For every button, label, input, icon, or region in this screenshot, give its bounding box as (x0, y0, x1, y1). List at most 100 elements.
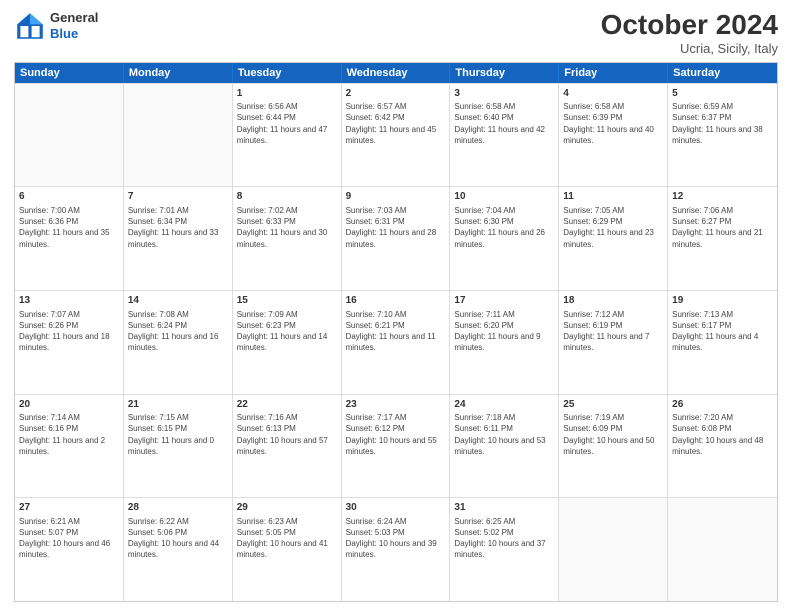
day-text: Sunrise: 7:06 AM Sunset: 6:27 PM Dayligh… (672, 205, 773, 250)
day-text: Sunrise: 7:15 AM Sunset: 6:15 PM Dayligh… (128, 412, 228, 457)
day-text: Sunrise: 7:20 AM Sunset: 6:08 PM Dayligh… (672, 412, 773, 457)
cal-row-2: 13Sunrise: 7:07 AM Sunset: 6:26 PM Dayli… (15, 290, 777, 394)
cal-cell-1-3: 9Sunrise: 7:03 AM Sunset: 6:31 PM Daylig… (342, 187, 451, 290)
cal-cell-0-3: 2Sunrise: 6:57 AM Sunset: 6:42 PM Daylig… (342, 84, 451, 187)
day-number: 17 (454, 294, 554, 308)
location-subtitle: Ucria, Sicily, Italy (601, 41, 778, 56)
cal-cell-1-0: 6Sunrise: 7:00 AM Sunset: 6:36 PM Daylig… (15, 187, 124, 290)
day-number: 16 (346, 294, 446, 308)
day-text: Sunrise: 7:12 AM Sunset: 6:19 PM Dayligh… (563, 309, 663, 354)
cal-cell-3-5: 25Sunrise: 7:19 AM Sunset: 6:09 PM Dayli… (559, 395, 668, 498)
day-text: Sunrise: 6:58 AM Sunset: 6:39 PM Dayligh… (563, 101, 663, 146)
day-number: 3 (454, 87, 554, 101)
day-number: 25 (563, 398, 663, 412)
day-text: Sunrise: 7:08 AM Sunset: 6:24 PM Dayligh… (128, 309, 228, 354)
header-tuesday: Tuesday (233, 63, 342, 83)
day-text: Sunrise: 7:07 AM Sunset: 6:26 PM Dayligh… (19, 309, 119, 354)
day-number: 4 (563, 87, 663, 101)
cal-cell-3-6: 26Sunrise: 7:20 AM Sunset: 6:08 PM Dayli… (668, 395, 777, 498)
cal-cell-3-3: 23Sunrise: 7:17 AM Sunset: 6:12 PM Dayli… (342, 395, 451, 498)
cal-cell-2-3: 16Sunrise: 7:10 AM Sunset: 6:21 PM Dayli… (342, 291, 451, 394)
day-text: Sunrise: 7:16 AM Sunset: 6:13 PM Dayligh… (237, 412, 337, 457)
day-text: Sunrise: 6:57 AM Sunset: 6:42 PM Dayligh… (346, 101, 446, 146)
header-thursday: Thursday (450, 63, 559, 83)
day-number: 26 (672, 398, 773, 412)
day-number: 29 (237, 501, 337, 515)
day-text: Sunrise: 7:09 AM Sunset: 6:23 PM Dayligh… (237, 309, 337, 354)
day-text: Sunrise: 7:17 AM Sunset: 6:12 PM Dayligh… (346, 412, 446, 457)
day-text: Sunrise: 7:01 AM Sunset: 6:34 PM Dayligh… (128, 205, 228, 250)
cal-cell-0-6: 5Sunrise: 6:59 AM Sunset: 6:37 PM Daylig… (668, 84, 777, 187)
day-text: Sunrise: 6:23 AM Sunset: 5:05 PM Dayligh… (237, 516, 337, 561)
day-text: Sunrise: 7:10 AM Sunset: 6:21 PM Dayligh… (346, 309, 446, 354)
cal-cell-3-0: 20Sunrise: 7:14 AM Sunset: 6:16 PM Dayli… (15, 395, 124, 498)
month-title: October 2024 (601, 10, 778, 41)
day-number: 1 (237, 87, 337, 101)
cal-cell-2-5: 18Sunrise: 7:12 AM Sunset: 6:19 PM Dayli… (559, 291, 668, 394)
day-number: 8 (237, 190, 337, 204)
logo-icon (14, 10, 46, 42)
day-number: 27 (19, 501, 119, 515)
cal-row-0: 1Sunrise: 6:56 AM Sunset: 6:44 PM Daylig… (15, 83, 777, 187)
title-block: October 2024 Ucria, Sicily, Italy (601, 10, 778, 56)
day-text: Sunrise: 7:00 AM Sunset: 6:36 PM Dayligh… (19, 205, 119, 250)
cal-cell-0-1 (124, 84, 233, 187)
day-number: 7 (128, 190, 228, 204)
cal-cell-1-5: 11Sunrise: 7:05 AM Sunset: 6:29 PM Dayli… (559, 187, 668, 290)
day-number: 2 (346, 87, 446, 101)
day-number: 5 (672, 87, 773, 101)
cal-cell-0-5: 4Sunrise: 6:58 AM Sunset: 6:39 PM Daylig… (559, 84, 668, 187)
day-text: Sunrise: 7:13 AM Sunset: 6:17 PM Dayligh… (672, 309, 773, 354)
cal-cell-2-4: 17Sunrise: 7:11 AM Sunset: 6:20 PM Dayli… (450, 291, 559, 394)
page: General Blue October 2024 Ucria, Sicily,… (0, 0, 792, 612)
cal-cell-4-2: 29Sunrise: 6:23 AM Sunset: 5:05 PM Dayli… (233, 498, 342, 601)
header-wednesday: Wednesday (342, 63, 451, 83)
day-text: Sunrise: 7:04 AM Sunset: 6:30 PM Dayligh… (454, 205, 554, 250)
day-text: Sunrise: 6:58 AM Sunset: 6:40 PM Dayligh… (454, 101, 554, 146)
cal-cell-3-4: 24Sunrise: 7:18 AM Sunset: 6:11 PM Dayli… (450, 395, 559, 498)
cal-cell-4-5 (559, 498, 668, 601)
day-text: Sunrise: 7:11 AM Sunset: 6:20 PM Dayligh… (454, 309, 554, 354)
calendar-body: 1Sunrise: 6:56 AM Sunset: 6:44 PM Daylig… (15, 83, 777, 601)
day-text: Sunrise: 6:56 AM Sunset: 6:44 PM Dayligh… (237, 101, 337, 146)
cal-cell-1-1: 7Sunrise: 7:01 AM Sunset: 6:34 PM Daylig… (124, 187, 233, 290)
cal-cell-4-3: 30Sunrise: 6:24 AM Sunset: 5:03 PM Dayli… (342, 498, 451, 601)
header-sunday: Sunday (15, 63, 124, 83)
cal-cell-4-6 (668, 498, 777, 601)
cal-cell-2-1: 14Sunrise: 7:08 AM Sunset: 6:24 PM Dayli… (124, 291, 233, 394)
day-number: 22 (237, 398, 337, 412)
cal-cell-1-4: 10Sunrise: 7:04 AM Sunset: 6:30 PM Dayli… (450, 187, 559, 290)
day-number: 18 (563, 294, 663, 308)
day-text: Sunrise: 6:59 AM Sunset: 6:37 PM Dayligh… (672, 101, 773, 146)
day-text: Sunrise: 6:25 AM Sunset: 5:02 PM Dayligh… (454, 516, 554, 561)
cal-row-3: 20Sunrise: 7:14 AM Sunset: 6:16 PM Dayli… (15, 394, 777, 498)
cal-cell-4-4: 31Sunrise: 6:25 AM Sunset: 5:02 PM Dayli… (450, 498, 559, 601)
cal-cell-2-0: 13Sunrise: 7:07 AM Sunset: 6:26 PM Dayli… (15, 291, 124, 394)
day-number: 11 (563, 190, 663, 204)
day-number: 9 (346, 190, 446, 204)
day-number: 12 (672, 190, 773, 204)
day-number: 30 (346, 501, 446, 515)
day-number: 31 (454, 501, 554, 515)
day-number: 14 (128, 294, 228, 308)
cal-cell-3-1: 21Sunrise: 7:15 AM Sunset: 6:15 PM Dayli… (124, 395, 233, 498)
day-text: Sunrise: 7:03 AM Sunset: 6:31 PM Dayligh… (346, 205, 446, 250)
cal-cell-0-0 (15, 84, 124, 187)
day-number: 10 (454, 190, 554, 204)
logo-text: General Blue (50, 10, 98, 41)
day-text: Sunrise: 7:05 AM Sunset: 6:29 PM Dayligh… (563, 205, 663, 250)
day-text: Sunrise: 7:19 AM Sunset: 6:09 PM Dayligh… (563, 412, 663, 457)
day-text: Sunrise: 6:22 AM Sunset: 5:06 PM Dayligh… (128, 516, 228, 561)
logo: General Blue (14, 10, 98, 42)
cal-row-4: 27Sunrise: 6:21 AM Sunset: 5:07 PM Dayli… (15, 497, 777, 601)
calendar: Sunday Monday Tuesday Wednesday Thursday… (14, 62, 778, 602)
cal-cell-2-2: 15Sunrise: 7:09 AM Sunset: 6:23 PM Dayli… (233, 291, 342, 394)
calendar-header-row: Sunday Monday Tuesday Wednesday Thursday… (15, 63, 777, 83)
cal-cell-4-1: 28Sunrise: 6:22 AM Sunset: 5:06 PM Dayli… (124, 498, 233, 601)
cal-cell-1-2: 8Sunrise: 7:02 AM Sunset: 6:33 PM Daylig… (233, 187, 342, 290)
day-text: Sunrise: 7:18 AM Sunset: 6:11 PM Dayligh… (454, 412, 554, 457)
cal-cell-4-0: 27Sunrise: 6:21 AM Sunset: 5:07 PM Dayli… (15, 498, 124, 601)
day-number: 13 (19, 294, 119, 308)
day-number: 15 (237, 294, 337, 308)
header: General Blue October 2024 Ucria, Sicily,… (14, 10, 778, 56)
